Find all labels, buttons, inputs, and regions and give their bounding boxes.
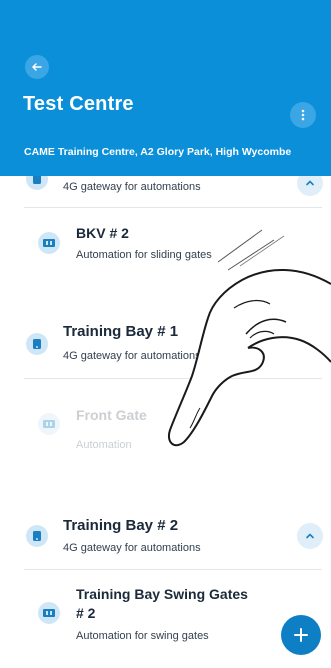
list-item-title: Training Bay # 2	[63, 517, 179, 534]
app-header: Test Centre CAME Training Centre, A2 Glo…	[0, 0, 331, 176]
gate-icon	[38, 602, 60, 624]
gateway-icon	[26, 525, 48, 547]
more-options-button[interactable]	[290, 102, 316, 128]
list-item-title: Front Gate	[76, 407, 147, 423]
list-item[interactable]: Training Bay Swing Gates # 2 Automation …	[0, 584, 331, 654]
gateway-icon	[26, 333, 48, 355]
divider	[24, 207, 322, 208]
plus-icon	[294, 628, 308, 642]
list-item-subtitle: 4G gateway for automations	[63, 542, 201, 554]
back-button[interactable]	[25, 55, 49, 79]
list-item-title-line2: # 2	[76, 605, 96, 621]
chevron-up-icon	[306, 180, 314, 186]
collapse-button[interactable]	[297, 523, 323, 549]
gate-icon	[38, 413, 60, 435]
gate-icon	[38, 232, 60, 254]
pointing-hand-illustration	[168, 229, 331, 447]
list-item-title: BKV # 2	[76, 225, 129, 241]
divider	[24, 569, 322, 570]
list-item-subtitle: Automation for swing gates	[76, 630, 209, 642]
list-item[interactable]: Training Bay # 2 4G gateway for automati…	[0, 514, 331, 574]
chevron-up-icon	[306, 533, 314, 539]
list-item-title: Training Bay Swing Gates	[76, 586, 248, 602]
list-item[interactable]: 4G gateway for automations	[0, 168, 331, 210]
list-item-subtitle: Automation	[76, 439, 132, 451]
arrow-left-icon	[32, 63, 42, 71]
add-device-button[interactable]	[281, 615, 321, 655]
kebab-menu-icon	[301, 109, 305, 121]
page-title: Test Centre	[23, 93, 134, 115]
site-address: CAME Training Centre, A2 Glory Park, Hig…	[24, 146, 292, 158]
list-item-subtitle: 4G gateway for automations	[63, 181, 201, 193]
